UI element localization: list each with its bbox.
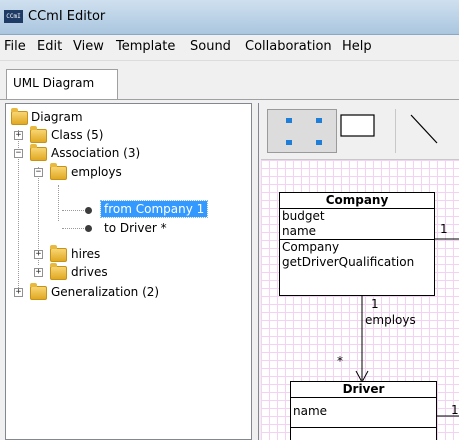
expand-icon[interactable]: +	[14, 131, 23, 140]
tree-node-diagram[interactable]: Diagram	[6, 108, 251, 126]
tree-node-label: Diagram	[31, 110, 83, 124]
target-multiplicity: *	[337, 354, 343, 368]
right-multiplicity: 1	[440, 222, 448, 236]
line-icon	[410, 114, 438, 144]
menu-help[interactable]: Help	[342, 39, 372, 54]
source-multiplicity: 1	[371, 297, 379, 311]
tree-node-association[interactable]: − Association (3)	[6, 144, 251, 162]
tab-strip: UML Diagram	[0, 61, 459, 100]
collapse-icon[interactable]: −	[34, 168, 43, 177]
folder-open-icon	[11, 108, 28, 125]
menu-bar: File Edit View Template Sound Collaborat…	[0, 35, 459, 61]
bullet-icon	[85, 225, 92, 232]
tab-uml-diagram[interactable]: UML Diagram	[6, 69, 118, 99]
tree-node-generalization[interactable]: + Generalization (2)	[6, 283, 251, 301]
diagram-panel: Company budget name Company getDriverQua…	[258, 103, 459, 440]
tree-node-from-company[interactable]: from Company 1	[6, 200, 251, 219]
folder-open-icon	[50, 163, 67, 180]
tree-node-employs[interactable]: − employs	[6, 163, 251, 181]
tree-node-class[interactable]: + Class (5)	[6, 126, 251, 144]
uml-class-driver[interactable]: Driver name	[290, 381, 437, 440]
selection-icon	[286, 118, 322, 145]
diagram-tree[interactable]: Diagram + Class (5) − Association (3) − …	[5, 103, 252, 440]
title-bar: CCmI CCmI Editor	[0, 0, 459, 35]
class-name: Driver	[291, 382, 436, 398]
folder-open-icon	[30, 144, 47, 161]
association-tool-button[interactable]	[399, 109, 459, 153]
class-name: Company	[280, 193, 434, 209]
class-tool-button[interactable]	[337, 109, 397, 153]
uml-class-company[interactable]: Company budget name Company getDriverQua…	[279, 192, 435, 296]
bullet-icon	[85, 207, 92, 214]
tree-node-hires[interactable]: + hires	[6, 245, 251, 263]
tree-node-label: employs	[71, 165, 122, 179]
tree-node-label: drives	[71, 265, 108, 279]
class-separator	[291, 427, 436, 428]
class-attribute: name	[282, 224, 317, 238]
menu-file[interactable]: File	[4, 39, 26, 54]
menu-collaboration[interactable]: Collaboration	[245, 39, 332, 54]
tree-node-label: to Driver *	[104, 221, 167, 235]
app-icon: CCmI	[4, 10, 23, 23]
folder-icon	[30, 126, 47, 143]
class-operation: Company	[282, 240, 340, 254]
tree-node-label: Association (3)	[51, 146, 141, 160]
expand-icon[interactable]: +	[34, 268, 43, 277]
tree-node-drives[interactable]: + drives	[6, 263, 251, 281]
association-name: employs	[365, 313, 416, 327]
menu-sound[interactable]: Sound	[190, 39, 231, 54]
palette-divider	[395, 109, 396, 153]
tree-node-label-selected: from Company 1	[99, 200, 209, 218]
right-multiplicity: 1	[451, 403, 459, 417]
window-title: CCmI Editor	[28, 9, 106, 24]
menu-template[interactable]: Template	[116, 39, 175, 54]
tree-node-label: Class (5)	[51, 128, 104, 142]
folder-icon	[50, 245, 67, 262]
tree-node-label: hires	[71, 247, 101, 261]
tree-node-to-driver[interactable]: to Driver *	[6, 219, 251, 237]
class-attribute: name	[293, 404, 328, 418]
class-attribute: budget	[282, 209, 325, 223]
rectangle-icon	[340, 114, 375, 137]
collapse-icon[interactable]: −	[14, 149, 23, 158]
diagram-canvas[interactable]: Company budget name Company getDriverQua…	[261, 159, 459, 440]
expand-icon[interactable]: +	[14, 288, 23, 297]
class-operation: getDriverQualification	[282, 255, 415, 269]
folder-icon	[50, 263, 67, 280]
menu-edit[interactable]: Edit	[37, 39, 62, 54]
folder-icon	[30, 283, 47, 300]
tree-node-label: Generalization (2)	[51, 285, 160, 299]
menu-view[interactable]: View	[73, 39, 104, 54]
selection-tool-button[interactable]	[267, 109, 337, 153]
expand-icon[interactable]: +	[34, 250, 43, 259]
